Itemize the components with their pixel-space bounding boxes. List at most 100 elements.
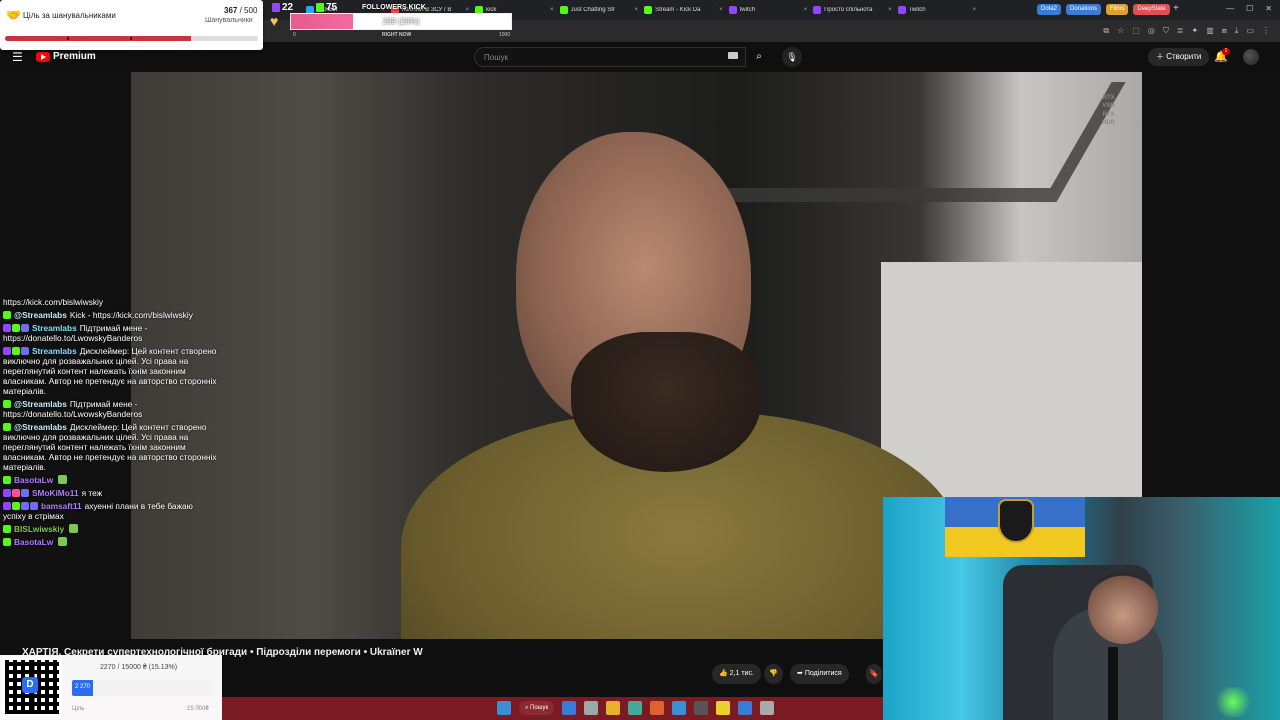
chat-message: SMoKiMo11 я теж [3, 488, 218, 498]
heart-icon: ♥ [270, 13, 279, 29]
taskbar-app-icon[interactable] [650, 701, 665, 715]
save-bookmark-icon[interactable]: 🔖 [866, 664, 882, 684]
viewers-icon [272, 3, 280, 12]
chat-username[interactable]: @Streamlabs [14, 422, 67, 432]
browser-tab[interactable]: twitch × [728, 2, 808, 18]
search-icon: ⌕ [756, 51, 762, 62]
chat-text: https://kick.com/bislwiwskiy [3, 297, 104, 307]
search-input[interactable]: Пошук [474, 47, 746, 67]
chat-badge-icon [21, 489, 29, 497]
chat-username[interactable]: @Streamlabs [14, 399, 67, 409]
screenshot-icon[interactable]: ⧉ [1103, 26, 1109, 36]
goal-progress-fill [5, 36, 191, 41]
kebab-menu-icon[interactable]: ⋮ [1262, 26, 1270, 36]
taskbar-app-icon[interactable] [584, 701, 599, 715]
flag-emblem [998, 499, 1034, 543]
hamburger-menu-icon[interactable]: ☰ [12, 50, 23, 64]
voice-search-button[interactable]: 🎙 [782, 47, 802, 67]
share-button[interactable]: ➦ Поділитися [790, 664, 849, 684]
chat-badge-icon [3, 423, 11, 431]
taskbar-search[interactable]: ⌕ Пошук [519, 701, 555, 715]
taskbar-app-icon[interactable] [562, 701, 577, 715]
download-icon[interactable]: ⤓ [1235, 26, 1239, 36]
bookmark-chip[interactable]: DeepState [1133, 4, 1170, 15]
viewer-count: 22 [282, 2, 294, 13]
kick-followers-widget: 22 75 FOLLOWERS KICK ♥ 289 (28%) 0 RIGHT… [268, 0, 518, 42]
taskbar-app-icon[interactable] [694, 701, 709, 715]
streamer-head [1088, 572, 1158, 644]
bookmark-chip[interactable]: Films [1106, 4, 1129, 15]
maximize-icon[interactable]: ☐ [1246, 4, 1253, 13]
pin-icon[interactable]: ✦ [1192, 26, 1199, 36]
chat-username[interactable]: SMoKiMo11 [32, 488, 79, 498]
tab-favicon-icon [813, 6, 822, 14]
split-icon[interactable]: ▭ [1246, 26, 1254, 36]
extension-icon[interactable]: ⬚ [1132, 26, 1140, 36]
keyboard-icon[interactable] [728, 52, 738, 59]
dislike-button[interactable]: 👎 [764, 664, 783, 684]
chat-username[interactable]: Streamlabs [32, 346, 77, 356]
windows-start-icon[interactable] [497, 701, 511, 715]
share-icon: ➦ [797, 670, 803, 677]
tab-favicon-icon [644, 6, 653, 14]
puzzle-icon[interactable]: ⧈ [1222, 26, 1227, 36]
tab-close-icon[interactable]: × [635, 7, 639, 13]
bookmark-chip[interactable]: Dota2 [1037, 4, 1062, 15]
browser-tab[interactable]: Просто спільнота × [813, 2, 892, 18]
donation-progress-text: 2270 / 15000 ₴ (15.13%) [100, 664, 178, 671]
chat-badge-icon [3, 311, 11, 319]
chat-username[interactable]: BasotaLw [14, 537, 53, 547]
chat-username[interactable]: BasotaLw [14, 475, 53, 485]
trash-icon[interactable]: ▥ [1206, 26, 1214, 36]
extension-icons: ⧉ ☆ ⬚ ◎ ⛉ ≣ ✦ ▥ ⧈ ⤓ ▭ ⋮ [1103, 26, 1270, 36]
chat-badge-icon [3, 525, 11, 533]
incognito-icon[interactable]: ◎ [1148, 26, 1155, 36]
like-button[interactable]: 👍 2,1 тис. [712, 664, 761, 684]
webcam-overlay [883, 497, 1280, 720]
taskbar-app-icon[interactable] [738, 701, 753, 715]
browser-tab[interactable]: Just Chatting Str × [559, 2, 639, 18]
chat-username[interactable]: Streamlabs [32, 323, 77, 333]
tab-close-icon[interactable]: × [719, 7, 723, 13]
followers-now-label: RIGHT NOW [382, 32, 412, 38]
tab-close-icon[interactable]: × [888, 7, 892, 13]
chat-username[interactable]: bamsaft11 [41, 501, 82, 511]
browser-tab[interactable]: Stream - Kick Da × [644, 2, 723, 18]
chat-username[interactable]: BISLwiwskiy [14, 524, 64, 534]
youtube-logo[interactable]: Premium [36, 51, 96, 62]
taskbar-app-icon[interactable] [672, 701, 687, 715]
video-person-beard [571, 332, 761, 472]
donation-progress-bar [72, 680, 212, 696]
close-icon[interactable]: ✕ [1265, 4, 1272, 13]
goal-tick-mark [130, 37, 132, 40]
chat-message: @Streamlabs Підтримай мене - https://dona… [3, 399, 218, 419]
microphone-arm [1108, 647, 1118, 720]
taskbar-app-icon[interactable] [760, 701, 775, 715]
create-button[interactable]: ＋ Створити [1148, 48, 1210, 66]
minimize-icon[interactable]: — [1226, 4, 1234, 13]
list-icon[interactable]: ≣ [1177, 26, 1184, 36]
chat-badge-icon [3, 489, 11, 497]
search-button[interactable]: ⌕ [748, 47, 770, 67]
chat-badge-icon [21, 324, 29, 332]
new-tab-button[interactable]: + [1173, 3, 1179, 14]
tab-label: twitch [739, 7, 755, 13]
tab-close-icon[interactable]: × [550, 7, 554, 13]
taskbar-app-icon[interactable] [628, 701, 643, 715]
taskbar-app-icon[interactable] [606, 701, 621, 715]
bookmark-chip[interactable]: Donations [1066, 4, 1102, 15]
chat-message: BISLwiwskiy [3, 524, 218, 534]
tab-close-icon[interactable]: × [973, 7, 977, 13]
chat-username[interactable]: @Streamlabs [14, 310, 67, 320]
tab-favicon-icon [559, 6, 568, 14]
create-label: Створити [1166, 52, 1202, 61]
goal-tick-mark [67, 37, 69, 40]
star-icon[interactable]: ☆ [1117, 26, 1124, 36]
tab-close-icon[interactable]: × [804, 7, 808, 13]
browser-tab[interactable]: Twitch × [897, 2, 977, 18]
tab-label: Just Chatting Str [570, 7, 615, 13]
account-avatar[interactable] [1243, 49, 1259, 65]
chat-message: bamsaft11 ахуенні плани в тебе бажаю успі… [3, 501, 218, 521]
shield-icon[interactable]: ⛉ [1163, 26, 1169, 36]
taskbar-app-icon[interactable] [716, 701, 731, 715]
